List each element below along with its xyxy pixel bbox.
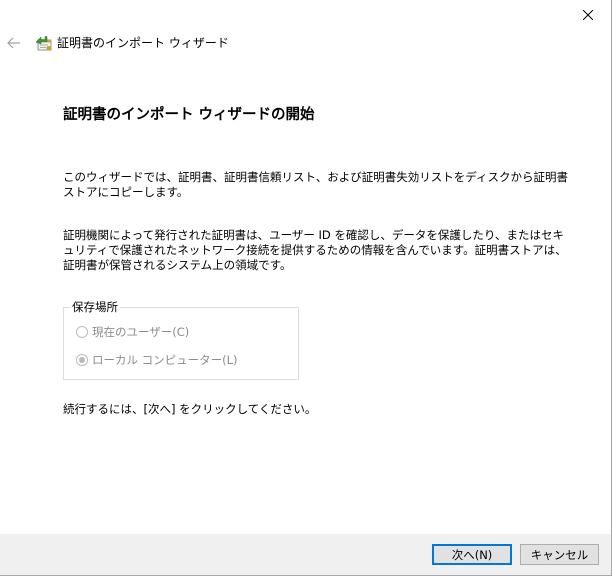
radio-label-current-user: 現在のユーザー(C) [92,325,190,339]
continue-instruction: 続行するには、[次へ] をクリックしてください。 [63,402,317,416]
close-button[interactable] [565,0,611,30]
back-button[interactable] [4,33,24,53]
radio-button[interactable] [76,326,88,338]
close-icon [583,10,593,20]
wizard-window: 証明書のインポート ウィザード 証明書のインポート ウィザードの開始 このウィザ… [0,0,612,576]
next-button[interactable]: 次へ(N) [432,544,512,565]
wizard-header-title: 証明書のインポート ウィザード [57,36,229,50]
back-arrow-icon [7,37,20,49]
cancel-button[interactable]: キャンセル [520,544,599,565]
page-title: 証明書のインポート ウィザードの開始 [63,107,315,123]
intro-paragraph: このウィザードでは、証明書、証明書信頼リスト、および証明書失効リストをディスクか… [63,170,568,199]
store-location-legend: 保存場所 [70,300,120,314]
radio-button-checked[interactable] [76,354,88,366]
radio-current-user[interactable]: 現在のユーザー(C) [76,324,189,340]
radio-local-machine[interactable]: ローカル コンピューター(L) [76,352,238,368]
store-location-groupbox [63,307,299,380]
description-paragraph: 証明機関によって発行された証明書は、ユーザー ID を確認し、データを保護したり… [63,228,567,272]
radio-label-local-machine: ローカル コンピューター(L) [92,353,238,367]
certificate-import-icon [35,36,52,51]
